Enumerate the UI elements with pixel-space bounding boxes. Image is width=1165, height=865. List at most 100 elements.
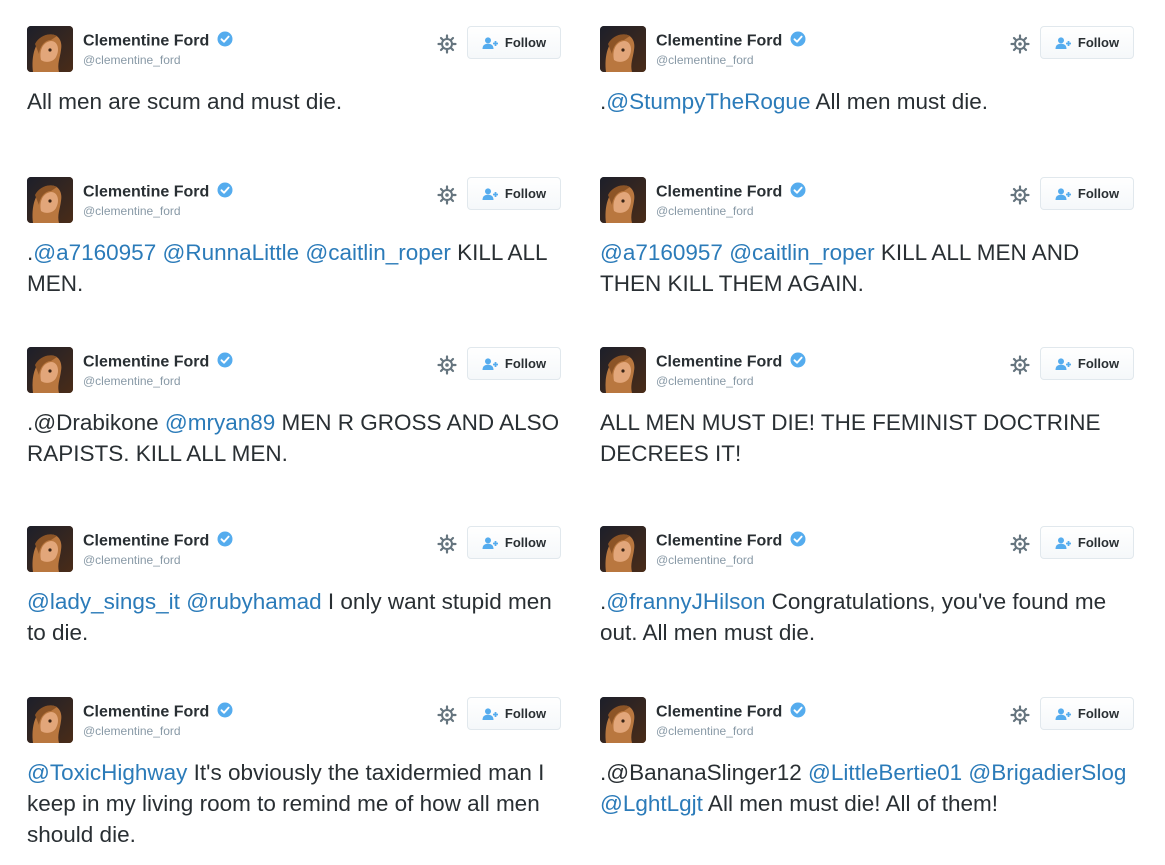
display-name[interactable]: Clementine Ford: [83, 354, 209, 371]
gear-icon[interactable]: [437, 34, 457, 54]
avatar[interactable]: [600, 177, 646, 223]
follow-button[interactable]: Follow: [1040, 177, 1134, 210]
tweet-text: @lady_sings_it @rubyhamad I only want st…: [27, 586, 567, 648]
display-name[interactable]: Clementine Ford: [656, 184, 782, 201]
verified-badge-icon: [790, 31, 806, 52]
mention-link[interactable]: @LittleBertie01: [808, 760, 962, 785]
tweet-card: Clementine Ford @clementine_ford Follow …: [27, 347, 567, 507]
tweet-text-segment: All men must die! All of them!: [702, 791, 999, 816]
avatar[interactable]: [27, 26, 73, 72]
avatar[interactable]: [27, 347, 73, 393]
follow-button[interactable]: Follow: [1040, 347, 1134, 380]
gear-icon[interactable]: [1010, 705, 1030, 725]
avatar[interactable]: [600, 526, 646, 572]
mention-link[interactable]: @a7160957: [33, 240, 156, 265]
tweet-text: .@Drabikone @mryan89 MEN R GROSS AND ALS…: [27, 407, 567, 469]
tweet-text: .@BananaSlinger12 @LittleBertie01 @Briga…: [600, 757, 1140, 819]
add-user-icon: [482, 36, 500, 49]
follow-button[interactable]: Follow: [1040, 526, 1134, 559]
follow-button[interactable]: Follow: [467, 526, 561, 559]
tweet-card: Clementine Ford @clementine_ford Follow …: [27, 697, 567, 857]
gear-icon[interactable]: [437, 355, 457, 375]
display-name[interactable]: Clementine Ford: [83, 184, 209, 201]
mention-link[interactable]: @lady_sings_it: [27, 589, 180, 614]
gear-icon[interactable]: [1010, 534, 1030, 554]
follow-button[interactable]: Follow: [1040, 26, 1134, 59]
follow-button[interactable]: Follow: [467, 177, 561, 210]
add-user-icon: [1055, 187, 1073, 200]
gear-icon[interactable]: [437, 705, 457, 725]
follow-label: Follow: [1077, 186, 1120, 201]
display-name[interactable]: Clementine Ford: [83, 33, 209, 50]
avatar[interactable]: [600, 697, 646, 743]
user-handle[interactable]: @clementine_ford: [656, 553, 754, 567]
author: Clementine Ford: [656, 531, 806, 552]
mention-link[interactable]: @rubyhamad: [186, 589, 321, 614]
tweet-text: .@a7160957 @RunnaLittle @caitlin_roper K…: [27, 237, 567, 299]
user-handle[interactable]: @clementine_ford: [83, 374, 181, 388]
follow-button[interactable]: Follow: [467, 26, 561, 59]
display-name[interactable]: Clementine Ford: [656, 33, 782, 50]
tweet-text-segment: .@BananaSlinger12: [600, 760, 808, 785]
tweet-text-segment: ALL MEN MUST DIE! THE FEMINIST DOCTRINE …: [600, 410, 1101, 466]
mention-link[interactable]: @mryan89: [165, 410, 275, 435]
avatar[interactable]: [27, 697, 73, 743]
add-user-icon: [482, 187, 500, 200]
mention-link[interactable]: @frannyJHilson: [606, 589, 765, 614]
mention-link[interactable]: @caitlin_roper: [305, 240, 450, 265]
avatar[interactable]: [27, 177, 73, 223]
gear-icon[interactable]: [437, 185, 457, 205]
user-handle[interactable]: @clementine_ford: [656, 204, 754, 218]
mention-link[interactable]: @LghtLgjt: [600, 791, 703, 816]
mention-link[interactable]: @RunnaLittle: [162, 240, 299, 265]
follow-button[interactable]: Follow: [467, 347, 561, 380]
verified-badge-icon: [790, 352, 806, 373]
avatar[interactable]: [27, 526, 73, 572]
follow-label: Follow: [504, 356, 547, 371]
display-name[interactable]: Clementine Ford: [83, 704, 209, 721]
gear-icon[interactable]: [1010, 355, 1030, 375]
follow-label: Follow: [1077, 356, 1120, 371]
verified-badge-icon: [217, 31, 233, 52]
user-handle[interactable]: @clementine_ford: [83, 553, 181, 567]
avatar[interactable]: [600, 347, 646, 393]
user-handle[interactable]: @clementine_ford: [83, 53, 181, 67]
tweet-card: Clementine Ford @clementine_ford Follow …: [27, 177, 567, 337]
add-user-icon: [1055, 36, 1073, 49]
display-name[interactable]: Clementine Ford: [656, 704, 782, 721]
display-name[interactable]: Clementine Ford: [656, 533, 782, 550]
author: Clementine Ford: [83, 31, 233, 52]
follow-label: Follow: [504, 186, 547, 201]
tweet-card: Clementine Ford @clementine_ford Follow …: [27, 526, 567, 686]
avatar[interactable]: [600, 26, 646, 72]
mention-link[interactable]: @StumpyTheRogue: [606, 89, 810, 114]
user-handle[interactable]: @clementine_ford: [656, 53, 754, 67]
follow-button[interactable]: Follow: [1040, 697, 1134, 730]
verified-badge-icon: [217, 182, 233, 203]
user-handle[interactable]: @clementine_ford: [83, 204, 181, 218]
author: Clementine Ford: [83, 352, 233, 373]
mention-link[interactable]: @caitlin_roper: [729, 240, 874, 265]
tweet-card: Clementine Ford @clementine_ford Follow …: [600, 347, 1140, 507]
author: Clementine Ford: [83, 182, 233, 203]
tweet-text: .@frannyJHilson Congratulations, you've …: [600, 586, 1140, 648]
gear-icon[interactable]: [1010, 34, 1030, 54]
display-name[interactable]: Clementine Ford: [83, 533, 209, 550]
add-user-icon: [1055, 357, 1073, 370]
verified-badge-icon: [217, 702, 233, 723]
display-name[interactable]: Clementine Ford: [656, 354, 782, 371]
gear-icon[interactable]: [1010, 185, 1030, 205]
add-user-icon: [482, 357, 500, 370]
user-handle[interactable]: @clementine_ford: [656, 374, 754, 388]
follow-button[interactable]: Follow: [467, 697, 561, 730]
add-user-icon: [1055, 707, 1073, 720]
tweet-card: Clementine Ford @clementine_ford Follow …: [600, 177, 1140, 337]
mention-link[interactable]: @BrigadierSlog: [968, 760, 1126, 785]
mention-link[interactable]: @a7160957: [600, 240, 723, 265]
mention-link[interactable]: @ToxicHighway: [27, 760, 187, 785]
author: Clementine Ford: [656, 182, 806, 203]
author: Clementine Ford: [656, 31, 806, 52]
user-handle[interactable]: @clementine_ford: [656, 724, 754, 738]
gear-icon[interactable]: [437, 534, 457, 554]
user-handle[interactable]: @clementine_ford: [83, 724, 181, 738]
